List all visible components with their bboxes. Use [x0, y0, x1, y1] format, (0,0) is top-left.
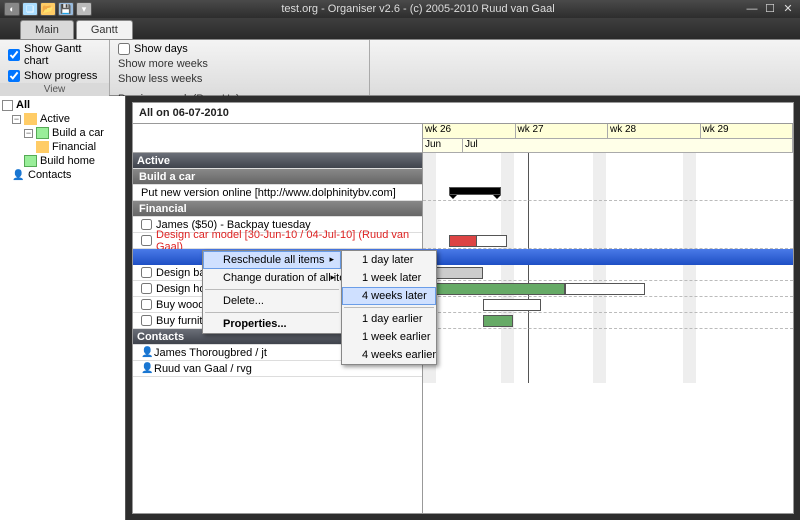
open-icon[interactable]: 📂 — [40, 2, 56, 16]
menu-1day-earlier[interactable]: 1 day earlier — [342, 310, 436, 328]
month-header: Jun — [423, 139, 463, 152]
task-checkbox[interactable] — [141, 219, 152, 230]
person-icon: 👤 — [141, 347, 154, 359]
row-financial[interactable]: Financial — [133, 201, 422, 217]
tree-build-home[interactable]: Build home — [2, 154, 123, 168]
gantt-right[interactable]: wk 26 wk 27 wk 28 wk 29 Jun Jul — [423, 124, 793, 513]
task-checkbox[interactable] — [141, 283, 152, 294]
person-icon: 👤 — [141, 363, 154, 375]
row-put-online[interactable]: Put new version online [http://www.dolph… — [133, 185, 422, 201]
task-bar[interactable] — [449, 235, 477, 247]
titlebar: ◐ ❏ 📂 💾 ▾ test.org - Organiser v2.6 - (c… — [0, 0, 800, 18]
menu-reschedule[interactable]: Reschedule all items — [203, 251, 341, 269]
tree-contacts[interactable]: 👤Contacts — [2, 168, 123, 182]
dropdown-icon[interactable]: ▾ — [76, 2, 92, 16]
menu-4weeks-earlier[interactable]: 4 weeks earlier — [342, 346, 436, 364]
wk-header: wk 28 — [608, 124, 701, 138]
collapse-icon[interactable]: − — [12, 115, 21, 124]
tree-all[interactable]: All — [2, 98, 123, 112]
tab-main[interactable]: Main — [20, 20, 74, 39]
task-checkbox[interactable] — [141, 299, 152, 310]
app-icon[interactable]: ◐ — [4, 2, 20, 16]
ribbon-group-view: View — [0, 83, 109, 96]
tree-active[interactable]: −Active — [2, 112, 123, 126]
wk-header: wk 27 — [516, 124, 609, 138]
page-icon — [36, 127, 49, 139]
month-header: Jul — [463, 139, 793, 152]
context-menu: Reschedule all items Change duration of … — [202, 250, 342, 334]
close-button[interactable]: ✕ — [780, 3, 796, 15]
show-gantt-checkbox[interactable]: Show Gantt chart — [4, 42, 105, 68]
task-bar[interactable] — [565, 283, 645, 295]
show-less-weeks[interactable]: Show less weeks — [114, 72, 365, 86]
menu-1week-earlier[interactable]: 1 week earlier — [342, 328, 436, 346]
task-bar[interactable] — [483, 299, 541, 311]
folder-icon — [24, 113, 37, 125]
tree-build-car[interactable]: −Build a car — [2, 126, 123, 140]
menu-1week-later[interactable]: 1 week later — [342, 269, 436, 287]
task-bar[interactable] — [483, 315, 513, 327]
menu-4weeks-later[interactable]: 4 weeks later — [342, 287, 436, 305]
task-checkbox[interactable] — [141, 235, 152, 246]
show-more-weeks[interactable]: Show more weeks — [114, 57, 365, 71]
wk-header: wk 26 — [423, 124, 516, 138]
show-days-checkbox[interactable]: Show days — [114, 42, 365, 56]
row-build-car[interactable]: Build a car — [133, 169, 422, 185]
new-icon[interactable]: ❏ — [22, 2, 38, 16]
menu-properties[interactable]: Properties... — [203, 315, 341, 333]
square-icon — [2, 100, 13, 111]
window-title: test.org - Organiser v2.6 - (c) 2005-201… — [96, 3, 740, 15]
panel-title: All on 06-07-2010 — [133, 103, 793, 123]
wk-header: wk 29 — [701, 124, 794, 138]
tree-financial[interactable]: Financial — [2, 140, 123, 154]
row-active[interactable]: Active — [133, 153, 422, 169]
menu-delete[interactable]: Delete... — [203, 292, 341, 310]
maximize-button[interactable]: ☐ — [762, 3, 778, 15]
show-progress-checkbox[interactable]: Show progress — [4, 69, 105, 83]
task-checkbox[interactable] — [141, 315, 152, 326]
submenu-reschedule: 1 day later 1 week later 4 weeks later 1… — [341, 250, 437, 365]
menu-change-duration[interactable]: Change duration of all items — [203, 269, 341, 287]
menu-1day-later[interactable]: 1 day later — [342, 251, 436, 269]
page-icon — [24, 155, 37, 167]
task-checkbox[interactable] — [141, 267, 152, 278]
task-bar[interactable] — [435, 283, 565, 295]
ribbon: Show Gantt chart Show progress View Show… — [0, 40, 800, 96]
tree-panel: All −Active −Build a car Financial Build… — [0, 96, 126, 520]
row-design-car[interactable]: Design car model [30-Jun-10 / 04-Jul-10]… — [133, 233, 422, 249]
folder-icon — [36, 141, 49, 153]
ribbon-tabs: Main Gantt — [0, 18, 800, 40]
minimize-button[interactable]: — — [744, 3, 760, 15]
save-icon[interactable]: 💾 — [58, 2, 74, 16]
summary-bar[interactable] — [449, 187, 501, 195]
tab-gantt[interactable]: Gantt — [76, 20, 133, 39]
collapse-icon[interactable]: − — [24, 129, 33, 138]
person-icon: 👤 — [12, 169, 25, 181]
